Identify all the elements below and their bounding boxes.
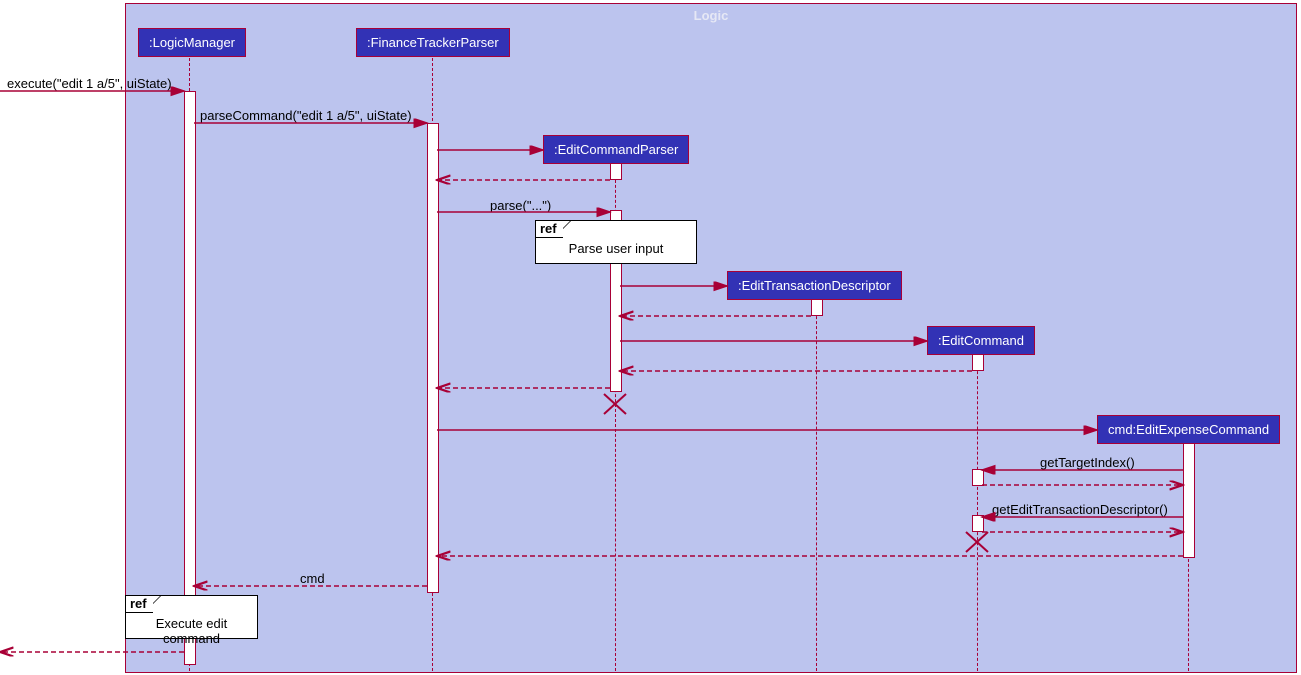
lifeline-edit-command: [977, 356, 978, 671]
ref-tag: ref: [535, 220, 563, 238]
ref-tag: ref: [125, 595, 153, 613]
participant-edit-tx-desc: :EditTransactionDescriptor: [727, 271, 902, 300]
msg-parse-command: parseCommand("edit 1 a/5", uiState): [200, 108, 412, 123]
participant-label: :EditCommand: [938, 333, 1024, 348]
activation-edit-expense-cmd: [1183, 443, 1195, 558]
frame-title: Logic: [694, 8, 729, 23]
participant-logic-manager: :LogicManager: [138, 28, 246, 57]
ref-execute-edit: ref Execute edit command: [125, 595, 258, 639]
activation-finance-parser: [427, 123, 439, 593]
participant-edit-expense-cmd: cmd:EditExpenseCommand: [1097, 415, 1280, 444]
msg-execute: execute("edit 1 a/5", uiState): [7, 76, 172, 91]
activation-edit-tx-desc: [811, 299, 823, 316]
participant-finance-parser: :FinanceTrackerParser: [356, 28, 510, 57]
ref-parse-user-input: ref Parse user input: [535, 220, 697, 264]
msg-return-cmd: cmd: [300, 571, 325, 586]
participant-label: cmd:EditExpenseCommand: [1108, 422, 1269, 437]
participant-label: :FinanceTrackerParser: [367, 35, 499, 50]
msg-parse: parse("..."): [490, 198, 551, 213]
msg-get-target-index: getTargetIndex(): [1040, 455, 1135, 470]
participant-label: :EditCommandParser: [554, 142, 678, 157]
lifeline-edit-tx-desc: [816, 301, 817, 671]
activation-edit-cmd-parser-1: [610, 163, 622, 180]
activation-logic-manager: [184, 91, 196, 665]
participant-edit-command: :EditCommand: [927, 326, 1035, 355]
activation-edit-command-2a: [972, 469, 984, 486]
participant-label: :EditTransactionDescriptor: [738, 278, 891, 293]
msg-get-edit-tx-desc: getEditTransactionDescriptor(): [992, 502, 1168, 517]
participant-label: :LogicManager: [149, 35, 235, 50]
activation-edit-command-2b: [972, 515, 984, 532]
activation-edit-command-1: [972, 354, 984, 371]
participant-edit-cmd-parser: :EditCommandParser: [543, 135, 689, 164]
